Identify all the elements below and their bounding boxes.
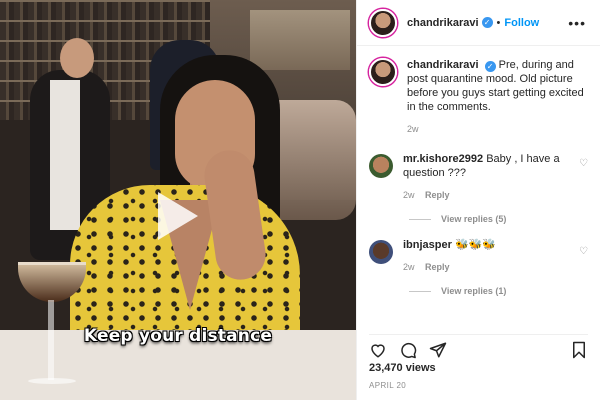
comment-body: ibnjasper 🐝🐝🐝 2w Reply [403, 238, 585, 274]
comment-body: mr.kishore2992 Baby , I have a question … [403, 152, 585, 202]
heart-icon[interactable]: ♡ [579, 246, 588, 257]
caption-avatar[interactable] [369, 58, 397, 86]
post-video[interactable]: Keep your distance [0, 0, 356, 400]
divider [409, 218, 431, 220]
comment-meta: 2w Reply [403, 260, 585, 274]
action-bar [369, 334, 588, 359]
comment-time[interactable]: 2w [403, 190, 415, 200]
waiter-shirt [50, 80, 80, 230]
caption-comment: chandrikaravi ✓ Pre, during and post qua… [369, 58, 588, 136]
waiter-head [60, 38, 94, 78]
post-header: chandrikaravi ✓ • Follow ••• [357, 0, 600, 46]
comments-list: chandrikaravi ✓ Pre, during and post qua… [369, 58, 588, 296]
comment-item: ibnjasper 🐝🐝🐝 2w Reply ♡ [369, 238, 588, 274]
caption-time[interactable]: 2w [407, 124, 419, 134]
view-replies-label: View replies (5) [441, 214, 507, 224]
verified-icon: ✓ [484, 61, 496, 72]
caption-username[interactable]: chandrikaravi [407, 59, 479, 71]
caption-body: chandrikaravi ✓ Pre, during and post qua… [407, 58, 588, 136]
comment-time[interactable]: 2w [403, 262, 415, 272]
author-avatar[interactable] [369, 8, 397, 37]
heart-icon[interactable]: ♡ [579, 158, 588, 169]
comment-username[interactable]: ibnjasper [403, 239, 452, 251]
heart-icon[interactable] [369, 341, 387, 359]
caption-meta: 2w [407, 122, 588, 136]
video-caption: Keep your distance [83, 326, 273, 346]
commenter-avatar[interactable] [369, 154, 393, 178]
share-icon[interactable] [429, 341, 447, 359]
divider [409, 290, 431, 292]
post-sidebar: chandrikaravi ✓ • Follow ••• chandrikara… [356, 0, 600, 400]
play-icon[interactable] [158, 192, 198, 240]
author-username[interactable]: chandrikaravi [407, 17, 479, 29]
commenter-avatar[interactable] [369, 240, 393, 264]
comment-item: mr.kishore2992 Baby , I have a question … [369, 152, 588, 202]
view-replies-label: View replies (1) [441, 286, 507, 296]
more-icon[interactable]: ••• [568, 15, 586, 31]
comment-username[interactable]: mr.kishore2992 [403, 153, 483, 165]
comment-meta: 2w Reply [403, 188, 585, 202]
glass-base [28, 378, 76, 384]
comment-icon[interactable] [399, 341, 417, 359]
reply-button[interactable]: Reply [425, 262, 450, 272]
separator-dot: • [496, 16, 501, 29]
reply-button[interactable]: Reply [425, 190, 450, 200]
window-light [250, 10, 350, 70]
view-replies-button[interactable]: View replies (1) [409, 286, 588, 296]
post-date[interactable]: APRIL 20 [369, 381, 406, 390]
comment-text: 🐝🐝🐝 [454, 239, 497, 251]
view-replies-button[interactable]: View replies (5) [409, 214, 588, 224]
action-icons [369, 341, 447, 359]
view-count[interactable]: 23,470 views [369, 362, 436, 374]
post-container: Keep your distance chandrikaravi ✓ • Fol… [0, 0, 600, 400]
verified-icon: ✓ [481, 17, 493, 28]
follow-button[interactable]: Follow [504, 17, 539, 29]
bookmark-icon[interactable] [570, 341, 588, 359]
